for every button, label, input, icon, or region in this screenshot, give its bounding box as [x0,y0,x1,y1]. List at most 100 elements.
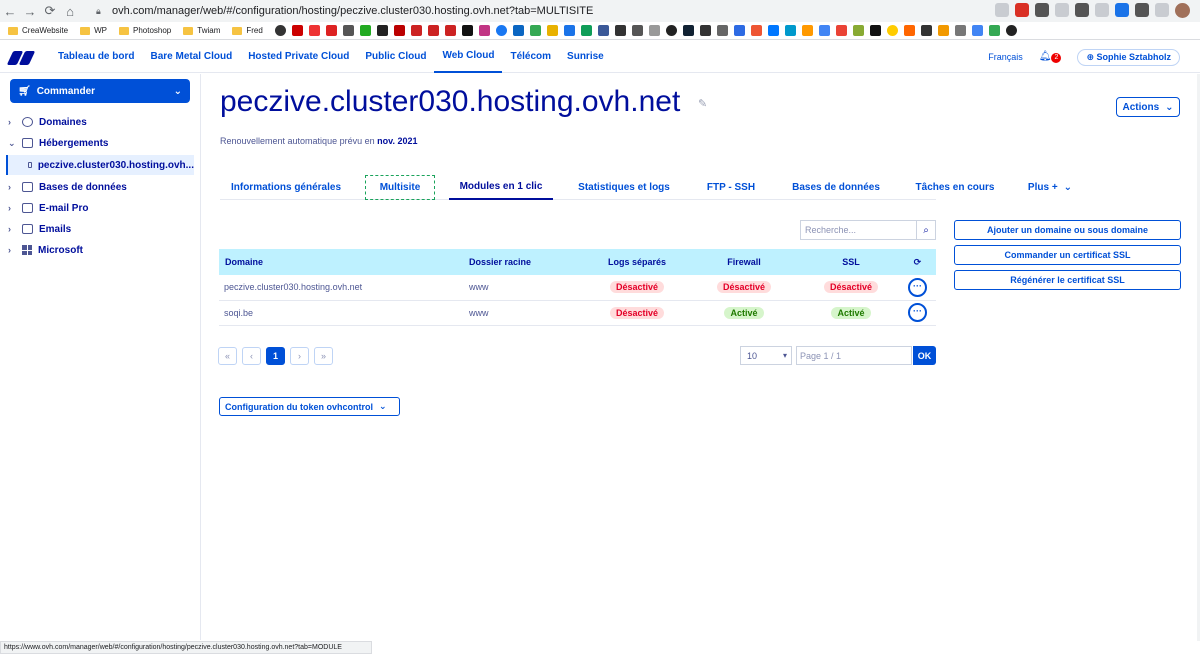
favicon-icon[interactable] [1005,25,1017,36]
favicon-icon[interactable] [342,25,354,36]
tab-informations-generales[interactable]: Informations générales [220,174,352,200]
favicon-icon[interactable] [750,25,762,36]
favicon-icon[interactable] [869,25,881,36]
bookmark-folder[interactable]: CreaWebsite [8,26,68,35]
favicon-icon[interactable] [563,25,575,36]
nav-bare-metal-cloud[interactable]: Bare Metal Cloud [143,41,241,73]
more-actions-button[interactable]: ··· [908,277,927,297]
last-page-button[interactable]: » [314,347,333,365]
favicon-icon[interactable] [784,25,796,36]
favicon-icon[interactable] [835,25,847,36]
sidebar-item-domaines[interactable]: › Domaines [8,114,87,130]
favicon-icon[interactable] [818,25,830,36]
column-header-dossier-racine[interactable]: Dossier racine [469,249,589,275]
favicon-icon[interactable] [325,25,337,36]
tab-bases-de-donnees[interactable]: Bases de données [786,174,886,200]
favicon-icon[interactable] [920,25,932,36]
tab-taches-en-cours[interactable]: Tâches en cours [908,174,1002,200]
next-page-button[interactable]: › [290,347,309,365]
nav-public-cloud[interactable]: Public Cloud [357,41,434,73]
favicon-icon[interactable] [308,25,320,36]
previous-page-button[interactable]: ‹ [242,347,261,365]
column-header-firewall[interactable]: Firewall [685,249,803,275]
favicon-icon[interactable] [359,25,371,36]
extension-icon[interactable] [1095,3,1109,17]
address-bar[interactable]: 🔒︎ ovh.com/manager/web/#/configuration/h… [88,2,1018,20]
sidebar-item-microsoft[interactable]: › Microsoft [8,242,83,258]
favicon-icon[interactable] [410,25,422,36]
bookmark-folder[interactable]: Photoshop [118,26,171,35]
favicon-icon[interactable] [852,25,864,36]
back-icon[interactable]: ← [0,4,20,19]
favicon-icon[interactable] [903,25,915,36]
nav-sunrise[interactable]: Sunrise [559,41,612,73]
page-1-button[interactable]: 1 [266,347,285,365]
star-icon[interactable] [995,3,1009,17]
favicon-icon[interactable] [801,25,813,36]
favicon-icon[interactable] [461,25,473,36]
commander-button[interactable]: 🛒︎ Commander ⌄ [10,79,190,103]
favicon-icon[interactable] [546,25,558,36]
favicon-icon[interactable] [597,25,609,36]
column-header-domaine[interactable]: Domaine [219,249,469,275]
column-header-ssl[interactable]: SSL [803,249,899,275]
page-number-input[interactable]: Page 1 / 1 [796,346,912,365]
language-selector[interactable]: Français [988,52,1023,62]
favicon-icon[interactable] [495,25,507,36]
favicon-icon[interactable] [733,25,745,36]
refresh-icon[interactable]: ⟳ [899,249,936,275]
reload-icon[interactable]: ⟳ [40,3,60,19]
favicon-icon[interactable] [580,25,592,36]
profile-avatar[interactable] [1175,3,1190,18]
bookmark-folder[interactable]: WP [80,26,107,35]
column-header-logs-separes[interactable]: Logs séparés [589,249,685,275]
favicon-icon[interactable] [716,25,728,36]
tab-statistiques-et-logs[interactable]: Statistiques et logs [572,174,676,200]
favicon-icon[interactable] [291,25,303,36]
search-icon[interactable]: ⌕ [916,221,935,239]
favicon-icon[interactable] [699,25,711,36]
favicon-icon[interactable] [512,25,524,36]
extension-icon[interactable] [1015,3,1029,17]
favicon-icon[interactable] [478,25,490,36]
sidebar-item-emails[interactable]: › Emails [8,221,71,237]
favicon-icon[interactable] [614,25,626,36]
nav-web-cloud[interactable]: Web Cloud [434,41,503,73]
favicon-icon[interactable] [376,25,388,36]
nav-hosted-private-cloud[interactable]: Hosted Private Cloud [240,41,357,73]
sidebar-item-hebergements[interactable]: ⌄ Hébergements [8,135,108,151]
forward-icon[interactable]: → [20,4,40,19]
bookmark-folder[interactable]: Twiam [183,26,220,35]
nav-telecom[interactable]: Télécom [502,41,559,73]
puzzle-icon[interactable] [1135,3,1149,17]
ovh-logo[interactable] [6,49,38,65]
tab-multisite[interactable]: Multisite [364,174,436,200]
favicon-icon[interactable] [971,25,983,36]
extension-icon[interactable] [1155,3,1169,17]
favicon-icon[interactable] [954,25,966,36]
favicon-icon[interactable] [393,25,405,36]
notifications-button[interactable]: 🔔︎ 2 [1039,51,1062,63]
order-ssl-button[interactable]: Commander un certificat SSL [954,245,1181,265]
favicon-icon[interactable] [427,25,439,36]
token-config-button[interactable]: Configuration du token ovhcontrol ⌄ [219,397,400,416]
sidebar-item-email-pro[interactable]: › E-mail Pro [8,200,88,216]
favicon-icon[interactable] [665,25,677,36]
favicon-icon[interactable] [937,25,949,36]
favicon-icon[interactable] [767,25,779,36]
favicon-icon[interactable] [529,25,541,36]
tab-ftp-ssh[interactable]: FTP - SSH [696,174,766,200]
sidebar-item-bases-de-donnees[interactable]: › Bases de données [8,179,127,195]
items-per-page-select[interactable]: 10 ▾ [740,346,792,365]
favicon-icon[interactable] [274,25,286,36]
favicon-icon[interactable] [988,25,1000,36]
favicon-icon[interactable] [682,25,694,36]
more-actions-button[interactable]: ··· [908,303,927,322]
favicon-icon[interactable] [444,25,456,36]
search-input[interactable] [801,221,916,239]
regenerate-ssl-button[interactable]: Régénérer le certificat SSL [954,270,1181,290]
favicon-icon[interactable] [631,25,643,36]
bookmark-folder[interactable]: Fred [232,26,263,35]
add-domain-button[interactable]: Ajouter un domaine ou sous domaine [954,220,1181,240]
extension-icon[interactable] [1055,3,1069,17]
